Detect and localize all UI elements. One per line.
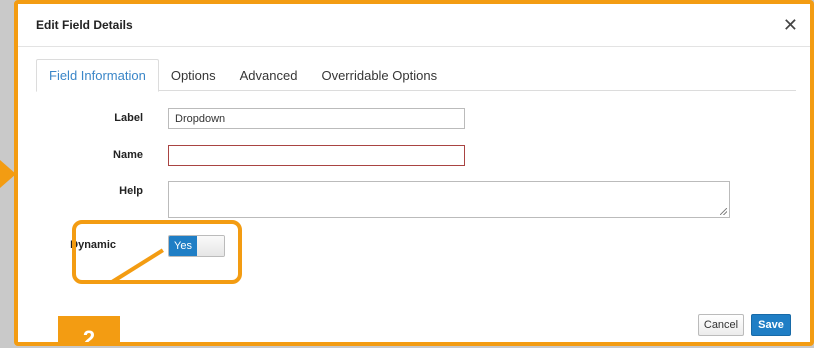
- help-textarea[interactable]: [168, 181, 730, 218]
- name-row: Name: [18, 149, 143, 161]
- tab-options[interactable]: Options: [159, 59, 228, 91]
- save-button[interactable]: Save: [751, 314, 791, 336]
- tab-bar: Field Information Options Advanced Overr…: [36, 59, 796, 92]
- name-input[interactable]: [168, 145, 465, 166]
- tab-advanced[interactable]: Advanced: [228, 59, 310, 91]
- tab-overridable-options[interactable]: Overridable Options: [309, 59, 449, 91]
- edit-field-dialog: Edit Field Details ✕ Field Information O…: [14, 0, 814, 346]
- resize-handle-icon[interactable]: [720, 208, 727, 215]
- label-row: Label: [18, 112, 143, 124]
- tab-field-information[interactable]: Field Information: [36, 59, 159, 92]
- name-field-label: Name: [113, 149, 143, 161]
- close-icon[interactable]: ✕: [783, 16, 798, 34]
- help-field-label: Help: [119, 185, 143, 197]
- label-input[interactable]: Dropdown: [168, 108, 465, 129]
- callout-number-badge: 2: [58, 316, 120, 342]
- cancel-button[interactable]: Cancel: [698, 314, 744, 336]
- label-field-label: Label: [114, 112, 143, 124]
- dialog-header: Edit Field Details ✕: [18, 4, 810, 47]
- dialog-title: Edit Field Details: [36, 18, 133, 32]
- help-row: Help: [18, 185, 143, 197]
